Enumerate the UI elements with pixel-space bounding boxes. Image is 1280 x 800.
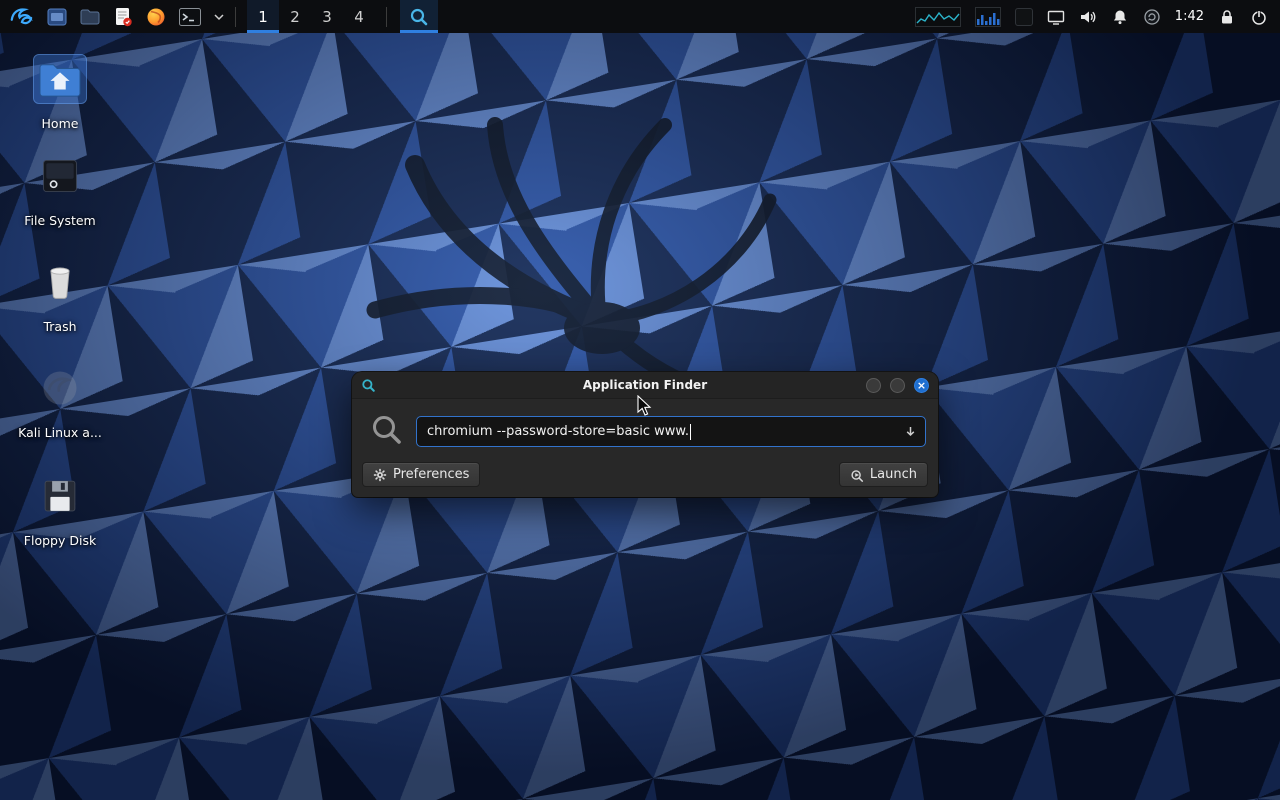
drive-icon: [34, 152, 86, 200]
clock[interactable]: 1:42: [1175, 9, 1204, 24]
launcher-files[interactable]: [46, 0, 68, 33]
desktop-icon-label: Kali Linux a...: [18, 425, 102, 440]
quick-launchers: [46, 0, 224, 33]
document-icon: [112, 6, 134, 28]
window-icon: [46, 6, 68, 28]
desktop-icon-label: Trash: [43, 319, 76, 334]
minimize-button[interactable]: [866, 378, 881, 393]
workspace-2[interactable]: 2: [279, 0, 311, 33]
notifications-bell-icon[interactable]: [1111, 8, 1129, 26]
launcher-terminal[interactable]: [178, 0, 203, 33]
preferences-button[interactable]: Preferences: [362, 462, 480, 487]
chevron-down-icon: [214, 13, 224, 21]
desktop-icon-home[interactable]: Home: [5, 55, 115, 131]
display-icon[interactable]: [1047, 8, 1065, 26]
panel-separator: [235, 7, 236, 27]
desktop-icon-kali-linux[interactable]: Kali Linux a...: [5, 364, 115, 440]
volume-icon[interactable]: [1079, 8, 1097, 26]
folder-icon: [79, 6, 101, 28]
finder-window-icon: [361, 378, 376, 393]
workspace-3[interactable]: 3: [311, 0, 343, 33]
workspace-label: 1: [258, 8, 268, 26]
mouse-cursor: [636, 395, 656, 417]
trash-icon: [34, 258, 86, 306]
text-caret: [690, 424, 691, 440]
launcher-firefox[interactable]: [145, 0, 167, 33]
gear-icon: [373, 468, 387, 482]
workspace-switcher: 1 2 3 4: [247, 0, 375, 33]
command-text: chromium --password-store=basic www.: [427, 424, 689, 439]
close-button[interactable]: ×: [914, 378, 929, 393]
workspace-label: 4: [354, 8, 364, 26]
launcher-file-manager[interactable]: [79, 0, 101, 33]
taskbar-application-finder[interactable]: [400, 0, 438, 33]
desktop-icon-label: Floppy Disk: [24, 533, 96, 548]
maximize-button[interactable]: [890, 378, 905, 393]
top-panel: 1 2 3 4: [0, 0, 1280, 33]
firefox-icon: [145, 6, 167, 28]
floppy-icon: [34, 472, 86, 520]
close-icon: ×: [917, 380, 926, 391]
tray-terminal-widget[interactable]: [1015, 8, 1033, 26]
launch-button[interactable]: Launch: [839, 462, 928, 487]
lock-icon[interactable]: [1218, 8, 1236, 26]
desktop-icon-label: Home: [42, 116, 79, 131]
workspace-label: 2: [290, 8, 300, 26]
desktop-icon-floppy-disk[interactable]: Floppy Disk: [5, 472, 115, 548]
workspace-label: 3: [322, 8, 332, 26]
desktop-icon-trash[interactable]: Trash: [5, 258, 115, 334]
dropdown-arrow-icon[interactable]: [904, 425, 917, 438]
desktop-icon-file-system[interactable]: File System: [5, 152, 115, 228]
launcher-dropdown[interactable]: [214, 0, 224, 33]
desktop-icon-label: File System: [24, 213, 96, 228]
kali-menu-button[interactable]: [8, 0, 34, 33]
updater-icon[interactable]: [1143, 8, 1161, 26]
workspace-4[interactable]: 4: [343, 0, 375, 33]
launcher-text-editor[interactable]: [112, 0, 134, 33]
kali-logo-icon: [8, 5, 34, 29]
application-finder-window: Application Finder × chromium --password…: [352, 372, 938, 497]
command-input[interactable]: chromium --password-store=basic www.: [416, 416, 926, 447]
kali-disc-icon: [34, 364, 86, 412]
home-folder-icon: [34, 55, 86, 103]
finder-title: Application Finder: [352, 378, 938, 392]
power-icon[interactable]: [1250, 8, 1268, 26]
preferences-label: Preferences: [393, 467, 469, 482]
magnifier-icon: [409, 7, 429, 27]
workspace-1[interactable]: 1: [247, 0, 279, 33]
search-icon: [370, 413, 404, 447]
network-graph[interactable]: [975, 7, 1001, 27]
panel-separator: [386, 7, 387, 27]
launch-label: Launch: [870, 467, 917, 482]
cpu-graph[interactable]: [915, 7, 961, 27]
run-icon: [850, 468, 864, 482]
terminal-icon: [178, 6, 203, 28]
